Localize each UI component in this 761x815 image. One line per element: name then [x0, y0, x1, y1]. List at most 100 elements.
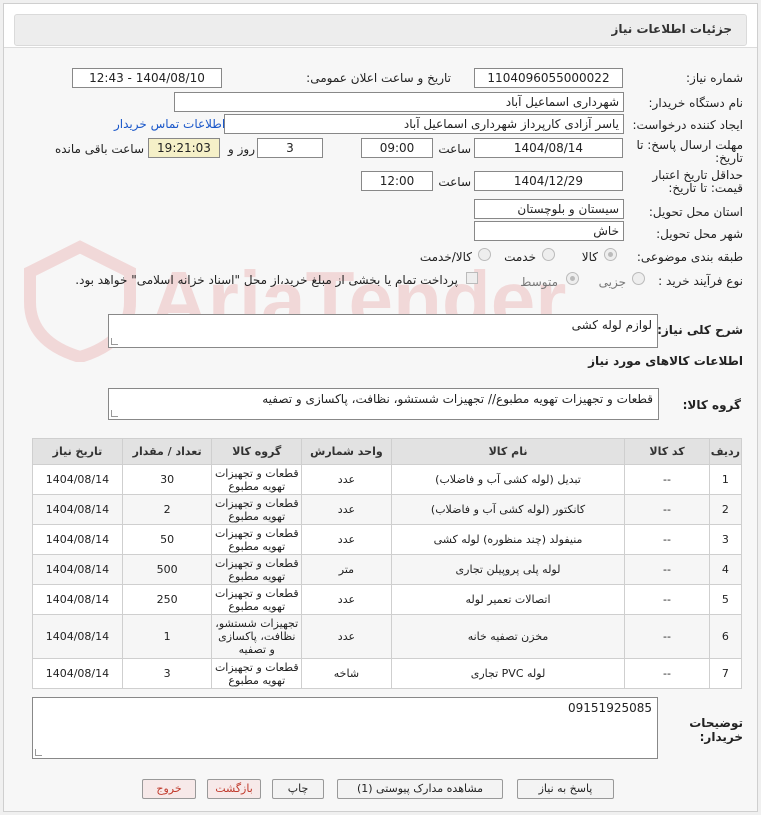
- cell-goods-group: قطعات و تجهیزات تهویه مطبوع: [211, 584, 303, 615]
- description-text: لوازم لوله کشی: [571, 318, 652, 332]
- deadline-time-label: ساعت: [438, 142, 471, 156]
- days-label: روز و: [228, 142, 255, 156]
- col-header-goods-name: نام کالا: [390, 438, 626, 465]
- resize-handle[interactable]: [35, 749, 42, 756]
- cell-goods-name: مخزن تصفیه خانه: [390, 614, 626, 659]
- buyer-notes-label-line2: خریدار:: [699, 730, 743, 744]
- cell-need-date: 1404/08/14: [32, 494, 123, 525]
- resize-handle[interactable]: [111, 410, 118, 417]
- category-radio-goods-service[interactable]: [478, 248, 491, 261]
- print-button[interactable]: چاپ: [272, 779, 324, 799]
- cell-row-number: 5: [708, 584, 743, 615]
- buyer-contact-link[interactable]: اطلاعات تماس خریدار: [114, 117, 225, 131]
- cell-goods-code: --: [624, 524, 710, 555]
- category-radio-goods[interactable]: [604, 248, 617, 261]
- cell-goods-group: قطعات و تجهیزات تهویه مطبوع: [211, 524, 303, 555]
- days-field: 3: [257, 138, 323, 158]
- reply-button[interactable]: پاسخ به نیاز: [517, 779, 614, 799]
- cell-goods-group: قطعات و تجهیزات تهویه مطبوع: [211, 658, 303, 689]
- validity-time-field: 12:00: [361, 171, 433, 191]
- cell-unit: متر: [301, 554, 392, 585]
- cell-need-date: 1404/08/14: [32, 554, 123, 585]
- treasury-payment-checkbox[interactable]: [466, 272, 478, 284]
- cell-goods-code: --: [624, 658, 710, 689]
- table-header-row: ردیف کد کالا نام کالا واحد شمارش گروه کا…: [32, 438, 743, 465]
- buyer-notes-text: 09151925085: [568, 701, 652, 715]
- category-option-service: خدمت: [504, 250, 536, 264]
- cell-unit: عدد: [301, 584, 392, 615]
- announce-field: 1404/08/10 - 12:43: [72, 68, 222, 88]
- cell-unit: عدد: [301, 464, 392, 495]
- cell-quantity: 250: [121, 584, 213, 615]
- process-radio-medium[interactable]: [566, 272, 579, 285]
- cell-goods-code: --: [624, 614, 710, 659]
- cell-quantity: 30: [121, 464, 213, 495]
- cell-goods-code: --: [624, 554, 710, 585]
- need-number-field: 1104096055000022: [474, 68, 623, 88]
- cell-row-number: 1: [708, 464, 743, 495]
- category-option-goods-service: کالا/خدمت: [419, 250, 472, 264]
- description-textarea[interactable]: لوازم لوله کشی: [108, 314, 658, 348]
- goods-group-label: گروه کالا:: [682, 398, 741, 412]
- goods-section-title: اطلاعات کالاهای مورد نیاز: [588, 354, 743, 368]
- goods-group-field: قطعات و تجهیزات تهویه مطبوع// تجهیزات شس…: [108, 388, 659, 420]
- creator-label: ایجاد کننده درخواست:: [632, 118, 743, 132]
- col-header-quantity: تعداد / مقدار: [121, 438, 213, 465]
- exit-button[interactable]: خروج: [142, 779, 196, 799]
- cell-goods-code: --: [624, 584, 710, 615]
- cell-unit: عدد: [301, 524, 392, 555]
- treasury-payment-note: پرداخت تمام یا بخشی از مبلغ خرید،از محل …: [75, 273, 458, 287]
- cell-goods-name: منیفولد (چند منظوره) لوله کشی: [390, 524, 626, 555]
- cell-need-date: 1404/08/14: [32, 464, 123, 495]
- col-header-goods-group: گروه کالا: [211, 438, 303, 465]
- header: جزئیات اطلاعات نیاز: [4, 4, 757, 48]
- table-row: 3 -- منیفولد (چند منظوره) لوله کشی عدد ق…: [32, 524, 743, 555]
- cell-need-date: 1404/08/14: [32, 658, 123, 689]
- cell-goods-code: --: [624, 464, 710, 495]
- col-header-goods-code: کد کالا: [624, 438, 710, 465]
- cell-goods-group: قطعات و تجهیزات تهویه مطبوع: [211, 494, 303, 525]
- cell-goods-name: اتصالات تعمیر لوله: [390, 584, 626, 615]
- table-row: 2 -- کانکتور (لوله کشی آب و فاضلاب) عدد …: [32, 494, 743, 525]
- col-header-row-number: ردیف: [708, 438, 743, 465]
- view-attachments-button[interactable]: مشاهده مدارک پیوستی (1): [337, 779, 503, 799]
- cell-quantity: 1: [121, 614, 213, 659]
- cell-goods-name: کانکتور (لوله کشی آب و فاضلاب): [390, 494, 626, 525]
- announce-label: تاریخ و ساعت اعلان عمومی:: [306, 71, 451, 85]
- category-label: طبقه بندی موضوعی:: [636, 250, 743, 264]
- cell-unit: عدد: [301, 494, 392, 525]
- goods-group-text: قطعات و تجهیزات تهویه مطبوع// تجهیزات شس…: [262, 392, 653, 406]
- table-row: 1 -- تبدیل (لوله کشی آب و فاضلاب) عدد قط…: [32, 464, 743, 495]
- validity-label-line1: حداقل تاریخ اعتبار: [652, 168, 743, 182]
- buyer-notes-label-line1: توضیحات: [689, 716, 743, 730]
- cell-row-number: 6: [708, 614, 743, 659]
- remaining-label: ساعت باقی مانده: [54, 142, 144, 156]
- cell-quantity: 500: [121, 554, 213, 585]
- cell-goods-name: تبدیل (لوله کشی آب و فاضلاب): [390, 464, 626, 495]
- deadline-label-line1: مهلت ارسال پاسخ: تا: [636, 138, 743, 152]
- back-button[interactable]: بازگشت: [207, 779, 261, 799]
- cell-goods-name: لوله PVC تجاری: [390, 658, 626, 689]
- city-label: شهر محل تحویل:: [656, 227, 743, 241]
- cell-row-number: 7: [708, 658, 743, 689]
- table-row: 6 -- مخزن تصفیه خانه عدد تجهیزات شستشو، …: [32, 614, 743, 659]
- cell-quantity: 50: [121, 524, 213, 555]
- deadline-time-field: 09:00: [361, 138, 433, 158]
- category-option-goods: کالا: [581, 250, 598, 264]
- creator-field: یاسر آزادی کارپرداز شهرداری اسماعیل آباد: [224, 114, 624, 134]
- resize-handle[interactable]: [111, 338, 118, 345]
- cell-unit: عدد: [301, 614, 392, 659]
- category-radio-service[interactable]: [542, 248, 555, 261]
- cell-need-date: 1404/08/14: [32, 524, 123, 555]
- validity-date-field: 1404/12/29: [474, 171, 623, 191]
- cell-need-date: 1404/08/14: [32, 614, 123, 659]
- buyer-notes-field: 09151925085: [32, 697, 658, 759]
- process-option-minor: جزیی: [598, 275, 626, 289]
- cell-need-date: 1404/08/14: [32, 584, 123, 615]
- province-label: استان محل تحویل:: [648, 205, 743, 219]
- process-label: نوع فرآیند خرید :: [658, 274, 743, 288]
- col-header-need-date: تاریخ نیاز: [32, 438, 123, 465]
- process-radio-minor[interactable]: [632, 272, 645, 285]
- cell-goods-name: لوله پلی پروپیلن تجاری: [390, 554, 626, 585]
- cell-row-number: 4: [708, 554, 743, 585]
